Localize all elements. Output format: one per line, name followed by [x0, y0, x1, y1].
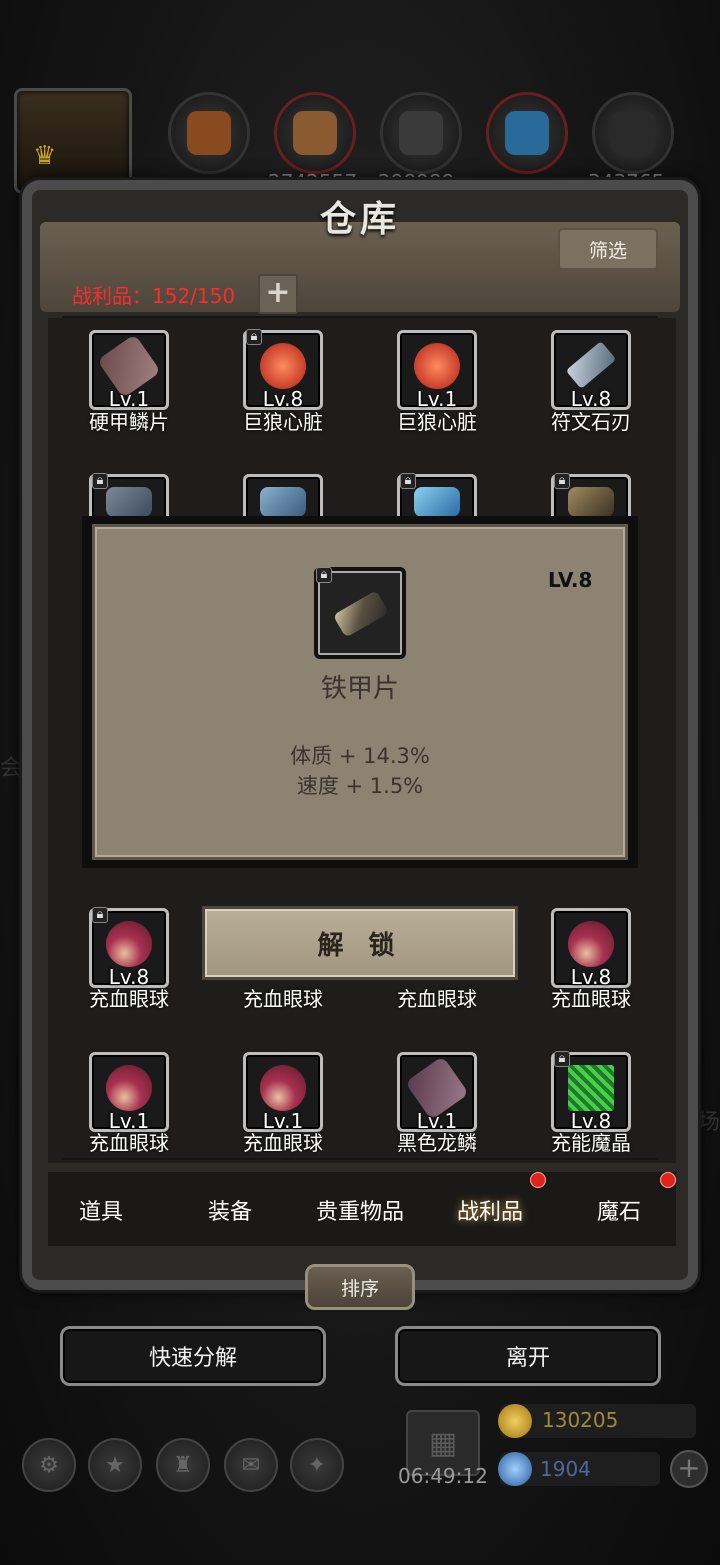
- item-slot[interactable]: Lv.1: [89, 330, 169, 411]
- item-art-icon: [568, 487, 614, 517]
- handshake-icon[interactable]: ✦: [290, 1438, 344, 1492]
- item-slot[interactable]: Lv.1: [397, 1052, 477, 1133]
- tab-valuables[interactable]: 贵重物品: [295, 1194, 425, 1226]
- resource-icon-food[interactable]: [168, 92, 250, 174]
- item-name: 充血眼球: [89, 987, 169, 1011]
- magic-crystal-icon: [568, 1065, 614, 1111]
- leave-button[interactable]: 离开: [395, 1326, 661, 1386]
- heart-icon: [260, 343, 306, 389]
- sort-button[interactable]: 排序: [305, 1264, 415, 1310]
- item-name: 充能魔晶: [551, 1131, 631, 1155]
- item-slot[interactable]: Lv.1: [243, 1052, 323, 1133]
- item-art-icon: [260, 487, 306, 517]
- gem-amount: 1904: [540, 1457, 591, 1481]
- notification-dot: [530, 1172, 546, 1188]
- gold-coin-icon: [498, 1404, 532, 1438]
- tab-equipment[interactable]: 装备: [165, 1194, 295, 1226]
- item-name: 巨狼心脏: [243, 410, 323, 434]
- add-gems-button[interactable]: +: [670, 1450, 708, 1488]
- popup-stat: 体质 + 14.3%: [290, 744, 430, 768]
- popup-item-name: 铁甲片: [320, 674, 399, 704]
- popup-item-level: LV.8: [548, 568, 593, 592]
- item-slot[interactable]: Lv.8: [551, 908, 631, 989]
- item-name: 硬甲鳞片: [89, 410, 169, 434]
- resource-icon-iron[interactable]: [592, 92, 674, 174]
- tab-loot[interactable]: 战利品: [425, 1194, 555, 1226]
- item-slot[interactable]: Lv.1: [397, 330, 477, 411]
- item-slot[interactable]: Lv.8: [551, 330, 631, 411]
- item-name: 充血眼球: [89, 1131, 169, 1155]
- item-name: 充血眼球: [551, 987, 631, 1011]
- achievement-icon[interactable]: ★: [88, 1438, 142, 1492]
- background-text: 场: [698, 1110, 720, 1135]
- expand-capacity-button[interactable]: +: [258, 274, 298, 314]
- lock-icon: 🔒︎: [92, 907, 108, 923]
- lock-icon: 🔒︎: [316, 567, 332, 583]
- lock-icon: 🔒︎: [246, 329, 262, 345]
- quick-decompose-button[interactable]: 快速分解: [60, 1326, 326, 1386]
- resource-icon-crystal[interactable]: [486, 92, 568, 174]
- popup-stat: 速度 + 1.5%: [296, 774, 424, 798]
- iron-plate-icon: [332, 590, 390, 638]
- lock-icon: 🔒︎: [400, 473, 416, 489]
- mail-icon[interactable]: ✉: [224, 1438, 278, 1492]
- settings-icon[interactable]: ⚙: [22, 1438, 76, 1492]
- popup-item-slot: 🔒︎: [314, 567, 406, 659]
- item-name: 充血眼球: [243, 1131, 323, 1155]
- item-name: 巨狼心脏: [397, 410, 477, 434]
- eyeball-icon: [568, 921, 614, 967]
- trophy-icon: ♛: [33, 141, 57, 171]
- castle-icon[interactable]: ♜: [156, 1438, 210, 1492]
- heart-icon: [414, 343, 460, 389]
- item-slot[interactable]: Lv.1: [89, 1052, 169, 1133]
- lock-icon: 🔒︎: [554, 473, 570, 489]
- item-slot[interactable]: 🔒︎ Lv.8: [89, 907, 169, 989]
- gold-amount: 130205: [542, 1408, 619, 1432]
- filter-button[interactable]: 筛选: [558, 228, 658, 270]
- item-name: 充血眼球: [397, 987, 477, 1011]
- item-name: 黑色龙鳞: [397, 1131, 477, 1155]
- eyeball-icon: [106, 921, 152, 967]
- notification-dot: [660, 1172, 676, 1188]
- resource-icon-wood[interactable]: [274, 92, 356, 174]
- gem-icon: [498, 1452, 532, 1486]
- loot-capacity: 战利品：152/150: [72, 284, 236, 308]
- tab-items[interactable]: 道具: [36, 1194, 166, 1226]
- item-art-icon: [106, 487, 152, 517]
- eyeball-icon: [106, 1065, 152, 1111]
- lock-icon: 🔒︎: [554, 1051, 570, 1067]
- gift-timer: 06:49:12: [398, 1464, 488, 1488]
- item-slot[interactable]: 🔒︎ Lv.8: [243, 329, 323, 411]
- divider: [62, 1158, 658, 1160]
- unlock-button[interactable]: 解 锁: [202, 906, 518, 980]
- player-avatar[interactable]: ♛: [14, 88, 132, 194]
- lock-icon: 🔒︎: [92, 473, 108, 489]
- resource-icon-stone[interactable]: [380, 92, 462, 174]
- tab-magic-stones[interactable]: 魔石: [554, 1194, 684, 1226]
- blade-icon: [565, 341, 617, 389]
- item-name: 符文石刃: [551, 410, 631, 434]
- item-slot[interactable]: 🔒︎ Lv.8: [551, 1051, 631, 1133]
- item-name: 充血眼球: [243, 987, 323, 1011]
- item-art-icon: [414, 487, 460, 517]
- eyeball-icon: [260, 1065, 306, 1111]
